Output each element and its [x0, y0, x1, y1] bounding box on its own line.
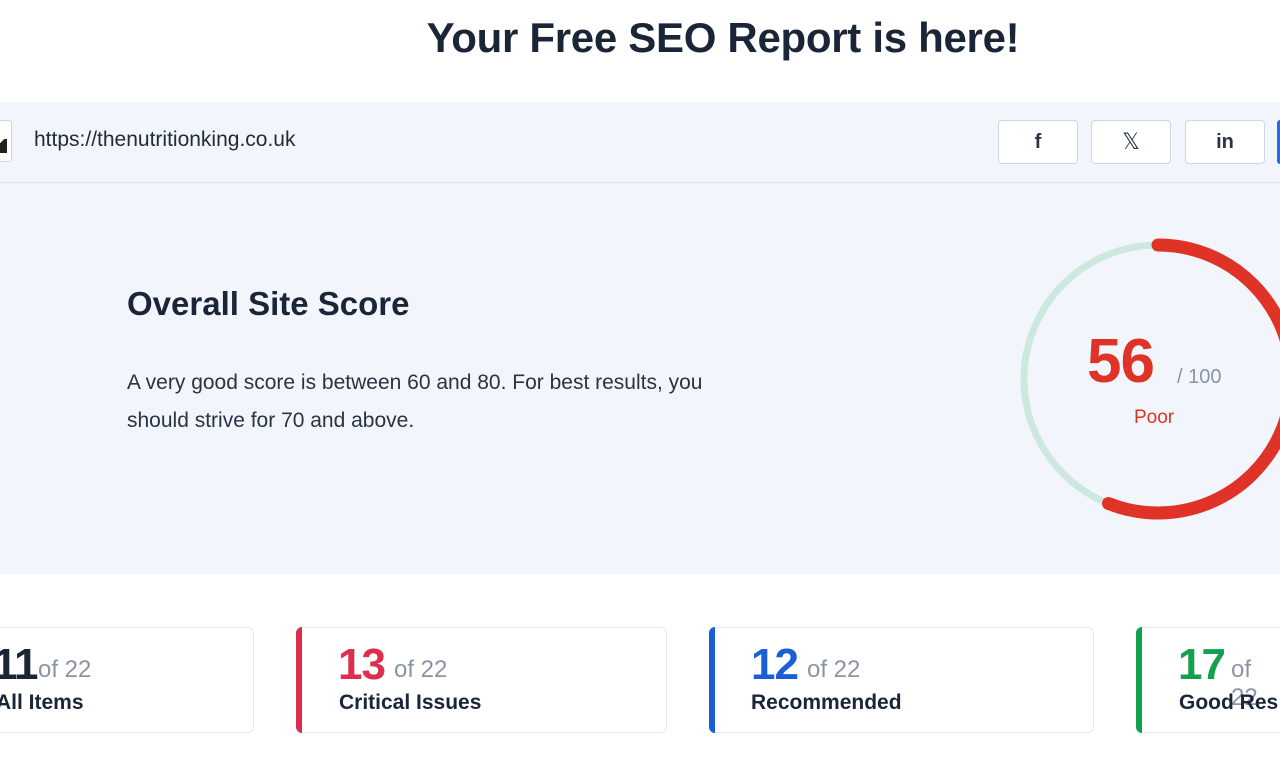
stat-of-all-items: of 22	[38, 656, 92, 683]
stat-accent-bar	[709, 627, 715, 733]
stat-of-critical-issues: of 22	[394, 656, 448, 683]
stat-label-all-items: All Items	[0, 691, 84, 714]
stat-count-recommended: 12	[751, 640, 799, 689]
score-heading: Overall Site Score	[127, 285, 410, 322]
page-title: Your Free SEO Report is here!	[426, 14, 1020, 61]
facebook-share-button[interactable]: f	[998, 120, 1078, 164]
site-url: https://thenutritionking.co.uk	[34, 128, 296, 151]
stat-accent-bar	[296, 627, 302, 733]
x-share-button[interactable]: 𝕏	[1091, 120, 1171, 164]
stat-of-recommended: of 22	[807, 656, 861, 683]
stat-label-recommended: Recommended	[751, 691, 902, 714]
stat-count-critical-issues: 13	[338, 640, 386, 689]
score-max: / 100	[1177, 366, 1222, 388]
score-rating: Poor	[1134, 407, 1175, 428]
linkedin-share-button[interactable]: in	[1185, 120, 1265, 164]
x-icon: 𝕏	[1122, 129, 1140, 154]
score-description: A very good score is between 60 and 80. …	[127, 371, 703, 432]
stat-label-critical-issues: Critical Issues	[339, 691, 482, 714]
stat-label-good-results: Good Res	[1179, 691, 1279, 714]
site-favicon-icon	[0, 120, 12, 162]
score-value: 56	[1087, 327, 1155, 396]
facebook-icon: f	[1034, 130, 1042, 153]
stat-count-all-items: 11	[0, 640, 39, 689]
linkedin-icon: in	[1216, 130, 1234, 153]
stat-count-good-results: 17	[1178, 640, 1226, 689]
stat-accent-bar	[1136, 627, 1142, 733]
